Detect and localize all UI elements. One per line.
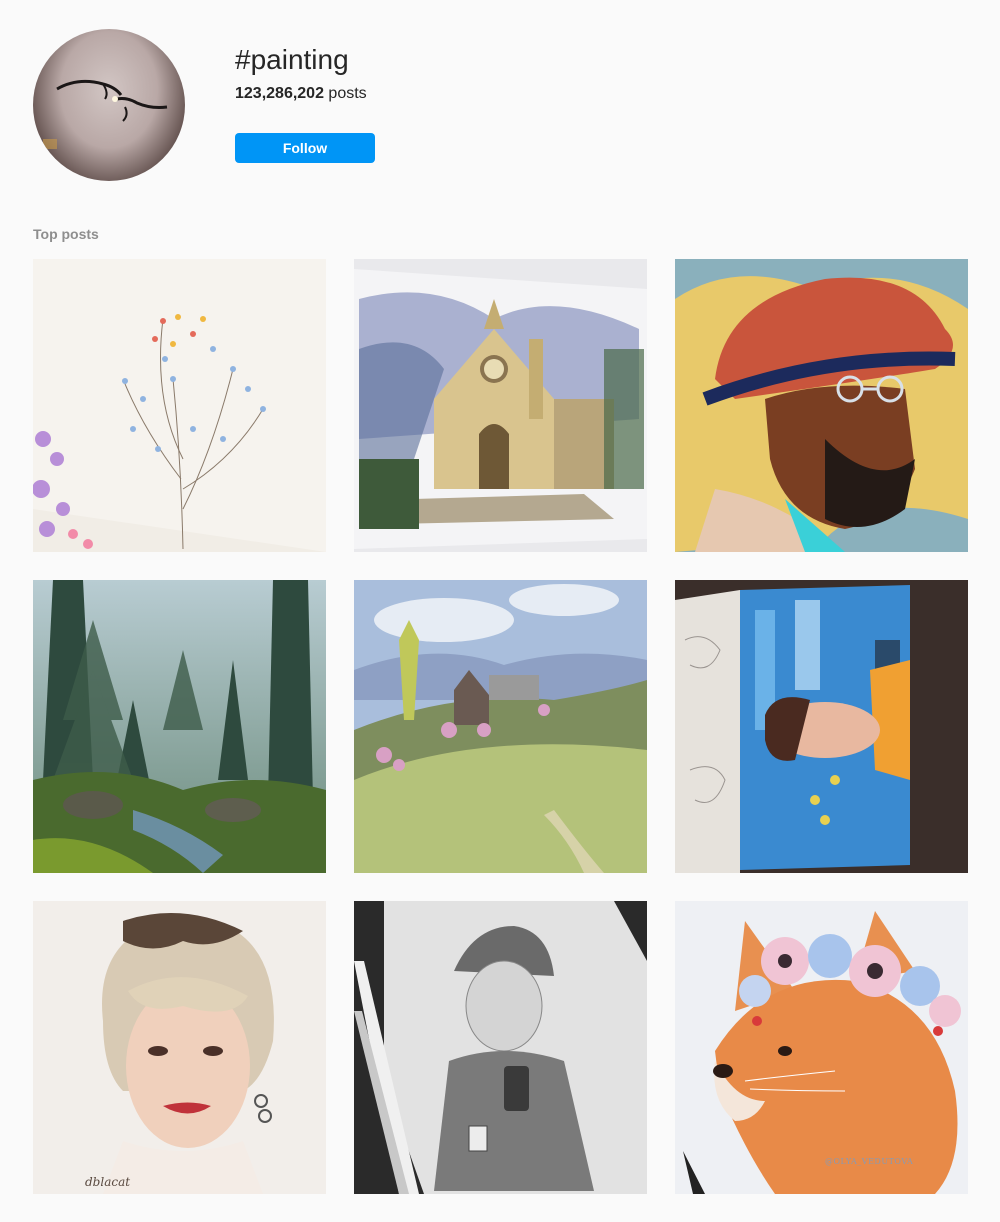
post-thumbnail-fox-flower-crown[interactable]: @OLYA_VEDUTOVA: [675, 901, 968, 1194]
artist-watermark: @OLYA_VEDUTOVA: [825, 1157, 914, 1166]
post-count-number: 123,286,202: [235, 85, 324, 102]
post-thumbnail-blonde-portrait[interactable]: dblacat: [33, 901, 326, 1194]
post-count: 123,286,202 posts: [235, 84, 367, 104]
post-thumbnail-church[interactable]: [354, 259, 647, 552]
hashtag-title: #painting: [235, 44, 349, 75]
post-count-suffix: posts: [323, 85, 367, 102]
top-posts-heading: Top posts: [33, 226, 99, 242]
post-thumbnail-sketchbook-portrait[interactable]: [675, 580, 968, 873]
post-thumbnail-pencil-portrait[interactable]: [354, 901, 647, 1194]
artist-signature: dblacat: [85, 1175, 131, 1189]
post-thumbnail-hillside-cottage[interactable]: [354, 580, 647, 873]
post-thumbnail-misty-forest[interactable]: [33, 580, 326, 873]
hashtag-avatar: [33, 29, 185, 181]
follow-button[interactable]: Follow: [235, 133, 375, 163]
top-posts-grid: dblacat @OLYA_VEDUTOVA: [33, 259, 968, 1194]
post-thumbnail-wildflowers[interactable]: [33, 259, 326, 552]
post-thumbnail-red-hat-portrait[interactable]: [675, 259, 968, 552]
